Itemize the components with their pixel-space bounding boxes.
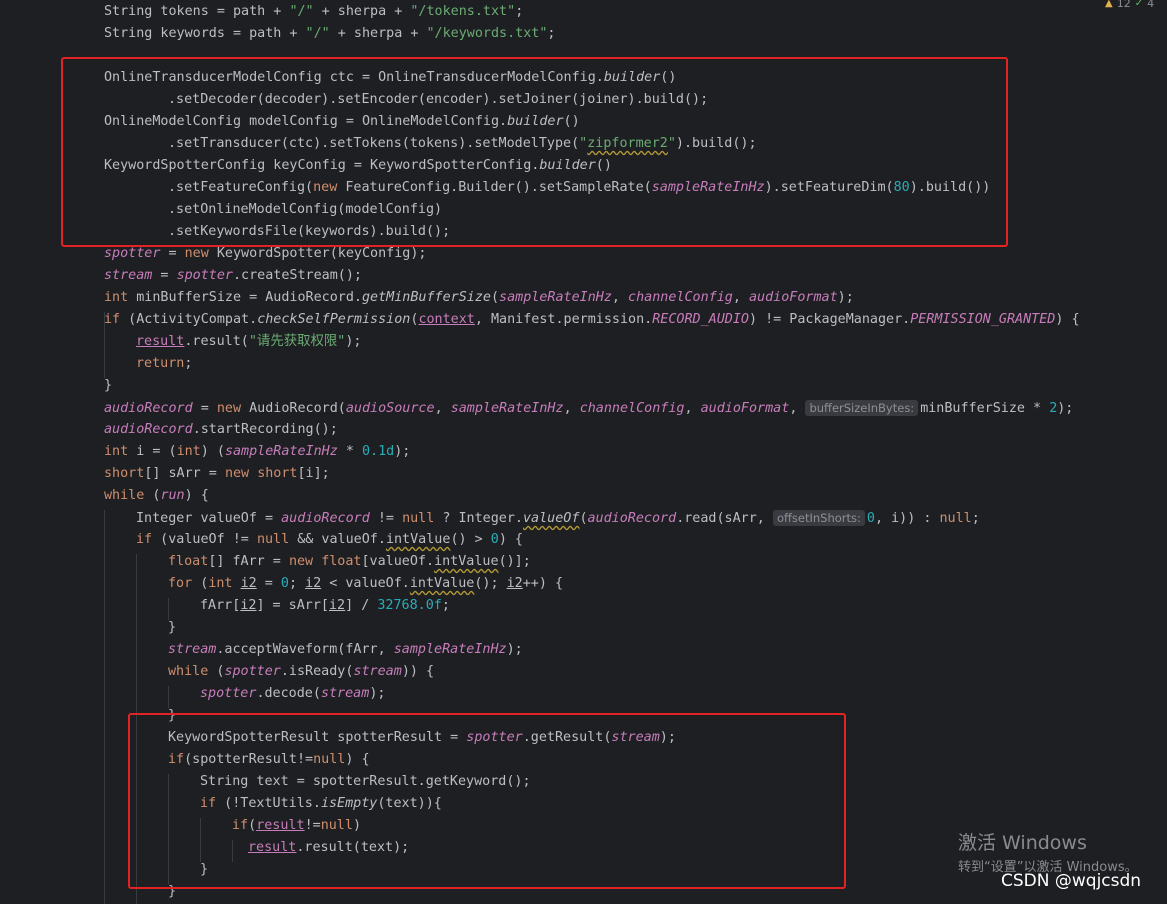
code-line: } [168,620,177,635]
warning-count: 12 [1116,0,1131,10]
code-line: return; [136,356,193,371]
code-line: int minBufferSize = AudioRecord.getMinBu… [104,290,854,305]
code-line: for (int i2 = 0; i2 < valueOf.intValue()… [168,576,564,591]
code-line: int i = (int) (sampleRateInHz * 0.1d); [104,444,411,459]
code-line: if (valueOf != null && valueOf.intValue(… [136,532,523,547]
code-line: String keywords = path + "/" + sherpa + … [104,26,556,41]
code-line: stream = spotter.createStream(); [104,268,362,283]
code-line: audioRecord = new AudioRecord(audioSourc… [104,400,1074,416]
check-icon: ✓ [1134,0,1144,9]
activate-title: 激活 Windows [958,832,1087,854]
code-line: short[] sArr = new short[i]; [104,466,330,481]
warning-icon: ▲ [1105,0,1113,9]
code-line: if (ActivityCompat.checkSelfPermission(c… [104,312,1080,327]
code-line: } [104,378,113,393]
code-editor[interactable]: String tokens = path + "/" + sherpa + "/… [0,0,1167,904]
parameter-hint: offsetInShorts: [772,510,865,526]
code-line: String tokens = path + "/" + sherpa + "/… [104,4,524,19]
code-line: Integer valueOf = audioRecord != null ? … [136,510,980,526]
problems-indicator[interactable]: ▲ 12 ✓ 4 [1105,0,1167,10]
code-line: stream.acceptWaveform(fArr, sampleRateIn… [168,642,523,657]
highlight-box-config [61,57,1008,247]
code-line: while (spotter.isReady(stream)) { [168,664,435,679]
code-line: fArr[i2] = sArr[i2] / 32768.0f; [200,598,450,613]
code-line: while (run) { [104,488,209,503]
code-line: result.result("请先获取权限"); [136,334,362,349]
code-line: audioRecord.startRecording(); [104,422,338,437]
csdn-watermark: CSDN @wqjcsdn [1001,871,1142,891]
activate-windows-notice: 激活 Windows 转到“设置”以激活 Windows。 [958,830,1138,877]
parameter-hint: bufferSizeInBytes: [805,400,919,416]
indent-guide [104,510,105,904]
highlight-box-result [128,713,846,889]
check-count: 4 [1147,0,1155,10]
code-line: float[] fArr = new float[valueOf.intValu… [168,554,531,569]
code-line: spotter.decode(stream); [200,686,386,701]
